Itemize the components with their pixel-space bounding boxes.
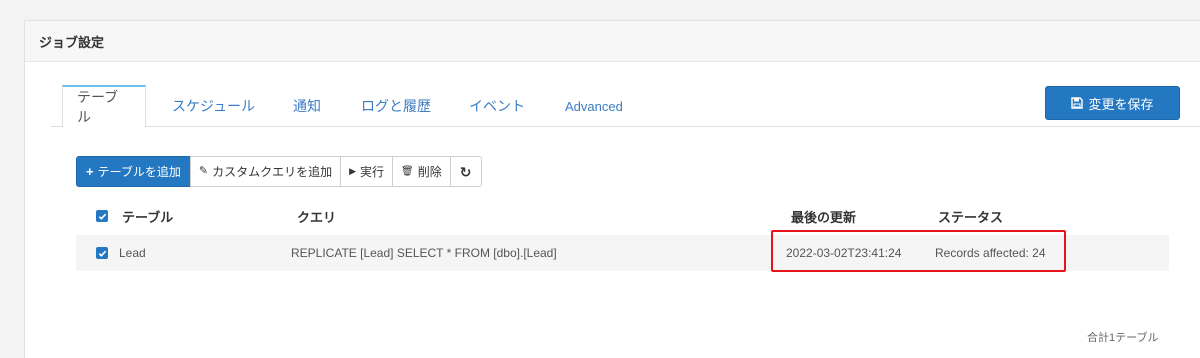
select-all-checkbox[interactable] (96, 197, 108, 235)
tab-events[interactable]: イベント (455, 85, 539, 127)
refresh-icon: ↻ (459, 163, 472, 180)
refresh-button[interactable]: ↻ (449, 156, 482, 187)
tab-schedule[interactable]: スケジュール (158, 85, 269, 127)
tab-tables[interactable]: テーブル (62, 85, 146, 128)
row-status: Records affected: 24 (935, 246, 1046, 260)
row-checkbox[interactable] (96, 235, 108, 271)
row-table-name: Lead (119, 246, 146, 260)
run-button[interactable]: ▶ 実行 (340, 156, 394, 187)
save-changes-label: 変更を保存 (1088, 96, 1154, 112)
add-table-button[interactable]: + テーブルを追加 (76, 156, 191, 187)
job-settings-panel: ジョブ設定 テーブル スケジュール 通知 ログと履歴 イベント Advanced… (24, 20, 1200, 358)
tab-notifications[interactable]: 通知 (279, 85, 335, 127)
add-custom-query-label: カスタムクエリを追加 (212, 165, 333, 179)
tab-logs-history[interactable]: ログと履歴 (347, 85, 445, 127)
delete-label: 削除 (417, 165, 442, 179)
add-table-label: テーブルを追加 (97, 165, 181, 179)
column-header-status[interactable]: ステータス (938, 197, 1003, 235)
save-changes-button[interactable]: 変更を保存 (1045, 86, 1180, 120)
floppy-disk-icon (1071, 97, 1084, 109)
table-count-footer: 合計1テーブル (1087, 332, 1159, 344)
tab-notifications-label: 通知 (293, 98, 321, 114)
tab-logs-history-label: ログと履歴 (361, 98, 431, 114)
run-label: 実行 (360, 165, 385, 179)
tab-tables-label: テーブル (77, 89, 119, 125)
panel-title: ジョブ設定 (39, 34, 105, 50)
tab-advanced-label: Advanced (565, 98, 623, 114)
column-header-query[interactable]: クエリ (297, 197, 336, 235)
table-header-row: テーブル クエリ 最後の更新 ステータス (76, 197, 1169, 235)
column-header-table[interactable]: テーブル (122, 197, 173, 235)
checkbox-checked-icon (96, 247, 108, 259)
checkbox-checked-icon (96, 210, 108, 222)
tab-schedule-label: スケジュール (172, 98, 256, 114)
row-last-updated: 2022-03-02T23:41:24 (786, 246, 902, 260)
play-icon: ▶ (349, 166, 357, 176)
edit-icon: ✎ (198, 165, 209, 177)
column-header-last-updated[interactable]: 最後の更新 (791, 197, 856, 235)
plus-icon: + (86, 164, 94, 179)
panel-header: ジョブ設定 (25, 21, 1200, 62)
add-custom-query-button[interactable]: ✎ カスタムクエリを追加 (189, 156, 342, 187)
delete-button[interactable]: 🗑 削除 (392, 156, 451, 187)
tab-advanced[interactable]: Advanced (551, 85, 637, 127)
row-query: REPLICATE [Lead] SELECT * FROM [dbo].[Le… (291, 246, 557, 260)
tab-events-label: イベント (469, 98, 525, 114)
table-row[interactable]: Lead REPLICATE [Lead] SELECT * FROM [dbo… (76, 235, 1169, 271)
tab-bar: テーブル スケジュール 通知 ログと履歴 イベント Advanced (51, 85, 1200, 128)
trash-icon: 🗑 (401, 165, 414, 177)
table-toolbar: + テーブルを追加 ✎ カスタムクエリを追加 ▶ 実行 🗑 削除 ↻ (76, 156, 482, 187)
